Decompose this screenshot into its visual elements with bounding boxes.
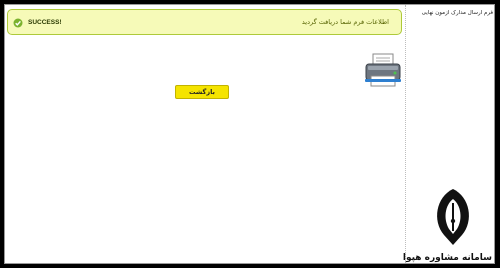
column-divider <box>405 5 406 263</box>
hepva-logo: سامانه مشاوره هپوا <box>402 187 492 263</box>
form-title: فرم ارسال مدارک آزمون نهایی <box>421 10 493 16</box>
back-button[interactable]: بازگشت <box>175 85 229 99</box>
pen-nib-icon <box>437 189 469 245</box>
logo-text: سامانه مشاوره هپوا <box>402 253 492 263</box>
success-alert: SUCCESS! اطلاعات فرم شما دریافت گردید <box>7 9 402 35</box>
alert-status-label: SUCCESS! <box>28 19 62 26</box>
check-icon <box>13 18 23 28</box>
page-frame: فرم ارسال مدارک آزمون نهایی SUCCESS! اطل… <box>4 4 495 264</box>
alert-message: اطلاعات فرم شما دریافت گردید <box>301 18 389 26</box>
printer-icon[interactable] <box>363 52 403 88</box>
